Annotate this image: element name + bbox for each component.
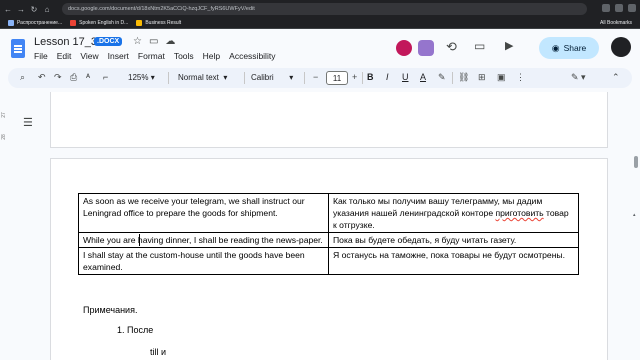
back-icon[interactable]: ← <box>3 5 13 14</box>
menu-view[interactable]: View <box>80 51 98 61</box>
comments-icon[interactable]: ▭ <box>474 39 485 53</box>
insert-comment-icon[interactable]: ⊞ <box>478 72 486 83</box>
vertical-scrollbar[interactable]: ▴ <box>632 92 640 360</box>
bookmark-item[interactable]: Business Result <box>136 20 181 26</box>
paint-format-icon[interactable]: ⌐ <box>103 72 108 82</box>
text-color-icon[interactable]: A <box>420 72 426 82</box>
font-size-input[interactable]: 11 <box>326 71 348 85</box>
decrease-font-size-icon[interactable]: − <box>313 72 318 82</box>
hide-menus-icon[interactable]: ⌃ <box>612 72 620 83</box>
menu-bar: File Edit View Insert Format Tools Help … <box>34 51 275 61</box>
file-type-badge: .DOCX <box>94 37 123 46</box>
home-icon[interactable]: ⌂ <box>42 5 52 14</box>
bookmark-icon <box>70 20 77 26</box>
table-cell-english[interactable]: As soon as we receive your telegram, we … <box>78 193 329 233</box>
extensions-area <box>602 4 636 12</box>
toolbar-divider <box>362 72 363 84</box>
menu-file[interactable]: File <box>34 51 48 61</box>
formatting-toolbar: ⌕ ↶ ↷ ⎙ ᴬ ⌐ 125% ▾ Normal text ▾ Calibri… <box>8 68 632 88</box>
document-outline-icon[interactable]: ☰ <box>23 116 33 129</box>
increase-font-size-icon[interactable]: + <box>352 72 357 82</box>
style-select[interactable]: Normal text ▾ <box>178 73 227 82</box>
menu-tools[interactable]: Tools <box>174 51 194 61</box>
share-label: Share <box>563 43 587 53</box>
table-row: I shall stay at the custom-house until t… <box>78 247 579 275</box>
menu-insert[interactable]: Insert <box>108 51 129 61</box>
bookmark-item[interactable]: Распространение... <box>8 20 62 26</box>
table-cell-russian[interactable]: Пока вы будете обедать, я буду читать га… <box>328 232 579 248</box>
url-text: docs.google.com/document/d/18xNtm2K5aCCi… <box>68 6 255 12</box>
meet-icon[interactable]: ▶ <box>505 39 513 52</box>
spellcheck-icon[interactable]: ᴬ <box>86 72 90 82</box>
toolbar-divider <box>168 72 169 84</box>
spelling-error[interactable]: приготовить <box>495 208 543 218</box>
bookmark-item[interactable]: Spoken English in D... <box>70 20 128 26</box>
zoom-select[interactable]: 125% ▾ <box>128 73 155 82</box>
bookmarks-bar: Распространение... Spoken English in D..… <box>0 18 640 29</box>
folder-icon <box>136 20 143 26</box>
redo-icon[interactable]: ↷ <box>54 72 62 83</box>
toolbar-divider <box>304 72 305 84</box>
print-icon[interactable]: ⎙ <box>70 72 77 83</box>
addon-icon[interactable] <box>396 40 412 56</box>
toolbar-divider <box>244 72 245 84</box>
editing-mode-icon[interactable]: ✎ ▾ <box>571 72 586 83</box>
table-cell-russian[interactable]: Как только мы получим вашу телеграмму, м… <box>328 193 579 233</box>
text-cursor <box>139 234 140 246</box>
document-title[interactable]: Lesson 17_3 <box>34 36 97 48</box>
bookmark-icon <box>8 20 14 26</box>
table-row: As soon as we receive your telegram, we … <box>78 193 579 233</box>
ruler-label: 27 <box>0 112 7 118</box>
avatar[interactable] <box>611 37 631 57</box>
star-icon[interactable]: ☆ <box>133 36 142 47</box>
version-history-icon[interactable]: ⟲ <box>446 39 457 55</box>
table-cell-russian[interactable]: Я останусь на таможне, пока товары не бу… <box>328 247 579 275</box>
menu-edit[interactable]: Edit <box>57 51 72 61</box>
notes-heading[interactable]: Примечания. <box>83 305 137 315</box>
table-cell-english[interactable]: I shall stay at the custom-house until t… <box>78 247 329 275</box>
document-page[interactable] <box>50 92 608 148</box>
ruler-label: 28 <box>0 134 7 140</box>
reload-icon[interactable]: ↻ <box>29 5 39 14</box>
bold-icon[interactable]: B <box>367 72 374 82</box>
menu-help[interactable]: Help <box>203 51 220 61</box>
menu-format[interactable]: Format <box>138 51 165 61</box>
list-item[interactable]: 1. После <box>117 325 153 335</box>
cloud-status-icon[interactable]: ☁ <box>165 36 175 47</box>
all-bookmarks[interactable]: All Bookmarks <box>600 20 632 26</box>
table-cell-english[interactable]: While you are having dinner, I shall be … <box>78 232 329 248</box>
vertical-ruler: 27 28 <box>0 92 10 360</box>
paragraph-text[interactable]: till и <box>150 347 166 357</box>
insert-link-icon[interactable]: ⛓ <box>458 72 469 83</box>
extension-icon[interactable] <box>602 4 610 12</box>
table-row: While you are having dinner, I shall be … <box>78 232 579 248</box>
docs-logo-icon[interactable] <box>11 39 25 58</box>
font-select[interactable]: Calibri ▾ <box>251 73 293 82</box>
highlight-icon[interactable]: ✎ <box>438 72 446 83</box>
title-actions: ☆ ▭ ☁ <box>133 36 175 47</box>
more-options-icon[interactable]: ⋮ <box>516 72 525 83</box>
italic-icon[interactable]: I <box>386 72 389 82</box>
share-button[interactable]: ◉ Share <box>539 37 599 59</box>
toolbar-divider <box>452 72 453 84</box>
insert-image-icon[interactable]: ▣ <box>497 72 506 83</box>
extension-icon[interactable] <box>615 4 623 12</box>
scroll-arrow-icon[interactable]: ▴ <box>633 212 636 218</box>
profile-icon[interactable] <box>628 4 636 12</box>
addon-icon[interactable] <box>418 40 434 56</box>
search-menus-icon[interactable]: ⌕ <box>20 72 25 83</box>
globe-icon: ◉ <box>551 42 560 53</box>
docs-header: Lesson 17_3 .DOCX ☆ ▭ ☁ File Edit View I… <box>0 29 640 67</box>
address-bar[interactable]: docs.google.com/document/d/18xNtm2K5aCCi… <box>62 3 587 15</box>
underline-icon[interactable]: U <box>402 72 409 82</box>
move-folder-icon[interactable]: ▭ <box>149 36 158 47</box>
scrollbar-thumb[interactable] <box>634 156 638 168</box>
browser-tab-bar: ← → ↻ ⌂ docs.google.com/document/d/18xNt… <box>0 0 640 18</box>
menu-accessibility[interactable]: Accessibility <box>229 51 275 61</box>
translation-table[interactable]: As soon as we receive your telegram, we … <box>78 193 579 275</box>
forward-icon[interactable]: → <box>16 5 26 14</box>
undo-icon[interactable]: ↶ <box>38 72 46 83</box>
